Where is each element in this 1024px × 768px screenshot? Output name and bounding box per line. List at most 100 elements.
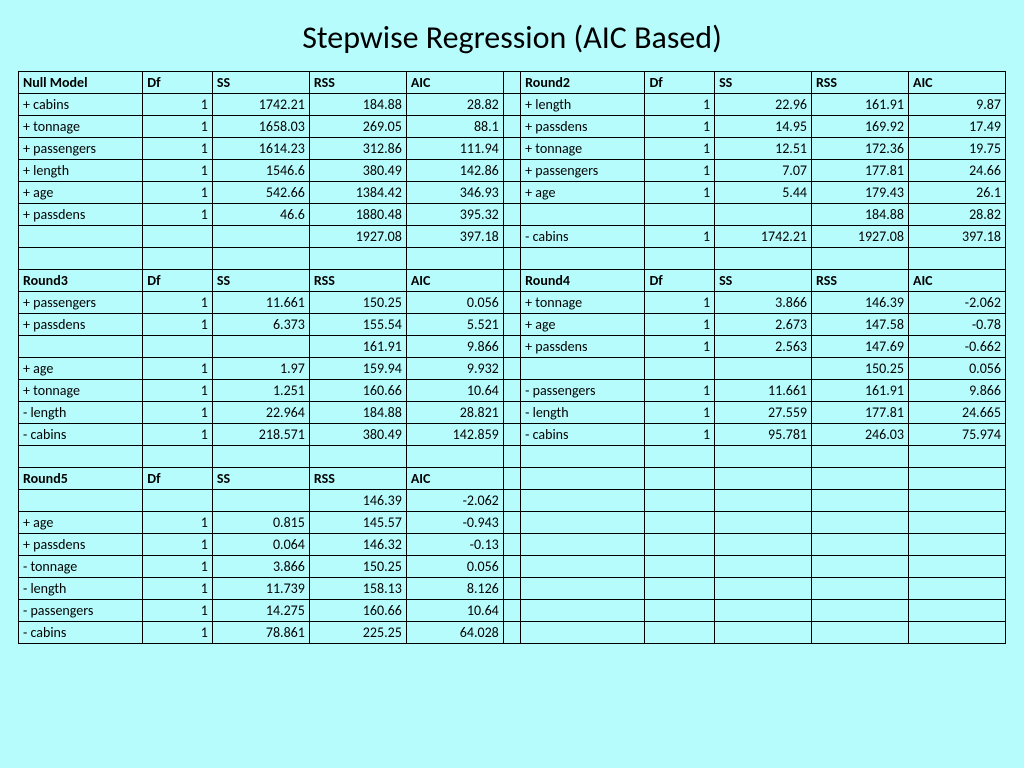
col-df bbox=[645, 468, 715, 490]
col-aic: AIC bbox=[406, 72, 503, 94]
row-df: 1 bbox=[143, 94, 213, 116]
row-rss: 155.54 bbox=[309, 314, 406, 336]
row-aic: -0.662 bbox=[908, 336, 1005, 358]
row-rss: 146.32 bbox=[309, 534, 406, 556]
table-row: 161.919.866+ passdens12.563147.69-0.662 bbox=[19, 336, 1006, 358]
row-ss: 46.6 bbox=[212, 204, 309, 226]
header-row: Null ModelDfSSRSSAICRound2DfSSRSSAIC bbox=[19, 72, 1006, 94]
row-ss: 1.97 bbox=[212, 358, 309, 380]
row-label: + tonnage bbox=[521, 138, 645, 160]
row-ss: 218.571 bbox=[212, 424, 309, 446]
row-df: 1 bbox=[143, 622, 213, 644]
row-rss: 161.91 bbox=[812, 94, 909, 116]
row-ss: 1658.03 bbox=[212, 116, 309, 138]
col-rss bbox=[812, 468, 909, 490]
row-ss: 542.66 bbox=[212, 182, 309, 204]
row-df: 1 bbox=[143, 116, 213, 138]
regression-table: Null ModelDfSSRSSAICRound2DfSSRSSAIC+ ca… bbox=[18, 71, 1006, 644]
table-row: - passengers114.275160.6610.64 bbox=[19, 600, 1006, 622]
row-aic: 75.974 bbox=[908, 424, 1005, 446]
row-df: 1 bbox=[645, 94, 715, 116]
row-rss: 184.88 bbox=[309, 402, 406, 424]
col-df: Df bbox=[645, 270, 715, 292]
row-ss: 14.95 bbox=[715, 116, 812, 138]
table-row: + passdens10.064146.32-0.13 bbox=[19, 534, 1006, 556]
row-ss: 95.781 bbox=[715, 424, 812, 446]
row-aic: 5.521 bbox=[406, 314, 503, 336]
table-row: - cabins178.861225.2564.028 bbox=[19, 622, 1006, 644]
row-aic: 24.665 bbox=[908, 402, 1005, 424]
row-label: + cabins bbox=[19, 94, 143, 116]
col-ss: SS bbox=[715, 72, 812, 94]
row-label: + age bbox=[19, 358, 143, 380]
row-aic: 346.93 bbox=[406, 182, 503, 204]
row-label: + passdens bbox=[521, 116, 645, 138]
block-name: Null Model bbox=[19, 72, 143, 94]
row-aic: 9.866 bbox=[908, 380, 1005, 402]
table-row: - cabins1218.571380.49142.859- cabins195… bbox=[19, 424, 1006, 446]
row-rss: 246.03 bbox=[812, 424, 909, 446]
row-aic: -2.062 bbox=[406, 490, 503, 512]
row-df: 1 bbox=[143, 380, 213, 402]
row-aic: 9.87 bbox=[908, 94, 1005, 116]
row-label: + passdens bbox=[19, 204, 143, 226]
row-rss: 177.81 bbox=[812, 160, 909, 182]
row-label: + passengers bbox=[521, 160, 645, 182]
row-rss: 1927.08 bbox=[812, 226, 909, 248]
row-rss: 179.43 bbox=[812, 182, 909, 204]
row-ss: 3.866 bbox=[715, 292, 812, 314]
col-df: Df bbox=[143, 468, 213, 490]
block-name: Round5 bbox=[19, 468, 143, 490]
row-label: + age bbox=[19, 512, 143, 534]
row-df: 1 bbox=[645, 380, 715, 402]
row-ss: 1742.21 bbox=[212, 94, 309, 116]
row-label: + tonnage bbox=[19, 380, 143, 402]
row-rss: 380.49 bbox=[309, 424, 406, 446]
row-label: - cabins bbox=[521, 226, 645, 248]
row-df: 1 bbox=[143, 512, 213, 534]
row-rss: 160.66 bbox=[309, 600, 406, 622]
row-df: 1 bbox=[645, 314, 715, 336]
row-ss: 3.866 bbox=[212, 556, 309, 578]
row-df: 1 bbox=[645, 424, 715, 446]
row-rss: 184.88 bbox=[812, 204, 909, 226]
block-name: Round2 bbox=[521, 72, 645, 94]
row-df bbox=[143, 226, 213, 248]
row-ss: 11.661 bbox=[715, 380, 812, 402]
col-ss: SS bbox=[212, 468, 309, 490]
row-label: - passengers bbox=[521, 380, 645, 402]
row-df: 1 bbox=[143, 292, 213, 314]
row-label: - cabins bbox=[19, 622, 143, 644]
table-row: + tonnage11658.03269.0588.1+ passdens114… bbox=[19, 116, 1006, 138]
row-rss: 146.39 bbox=[309, 490, 406, 512]
row-aic: 64.028 bbox=[406, 622, 503, 644]
row-label: + tonnage bbox=[19, 116, 143, 138]
row-aic: 142.859 bbox=[406, 424, 503, 446]
row-rss: 184.88 bbox=[309, 94, 406, 116]
table-row: + passdens146.61880.48395.32184.8828.82 bbox=[19, 204, 1006, 226]
row-rss: 172.36 bbox=[812, 138, 909, 160]
table-row: - length111.739158.138.126 bbox=[19, 578, 1006, 600]
row-df: 1 bbox=[143, 556, 213, 578]
row-ss: 12.51 bbox=[715, 138, 812, 160]
row-aic: 10.64 bbox=[406, 600, 503, 622]
row-aic: 111.94 bbox=[406, 138, 503, 160]
row-aic: 24.66 bbox=[908, 160, 1005, 182]
row-rss: 380.49 bbox=[309, 160, 406, 182]
table-row: + age10.815145.57-0.943 bbox=[19, 512, 1006, 534]
row-df: 1 bbox=[143, 534, 213, 556]
row-ss: 7.07 bbox=[715, 160, 812, 182]
row-ss: 1546.6 bbox=[212, 160, 309, 182]
row-label bbox=[521, 358, 645, 380]
table-row: + length11546.6380.49142.86+ passengers1… bbox=[19, 160, 1006, 182]
row-df: 1 bbox=[645, 292, 715, 314]
row-df: 1 bbox=[645, 116, 715, 138]
row-label: + passdens bbox=[19, 314, 143, 336]
row-aic: 26.1 bbox=[908, 182, 1005, 204]
block-name: Round4 bbox=[521, 270, 645, 292]
row-label: + age bbox=[19, 182, 143, 204]
row-rss: 150.25 bbox=[812, 358, 909, 380]
row-ss: 2.673 bbox=[715, 314, 812, 336]
row-ss: 1742.21 bbox=[715, 226, 812, 248]
col-aic bbox=[908, 468, 1005, 490]
